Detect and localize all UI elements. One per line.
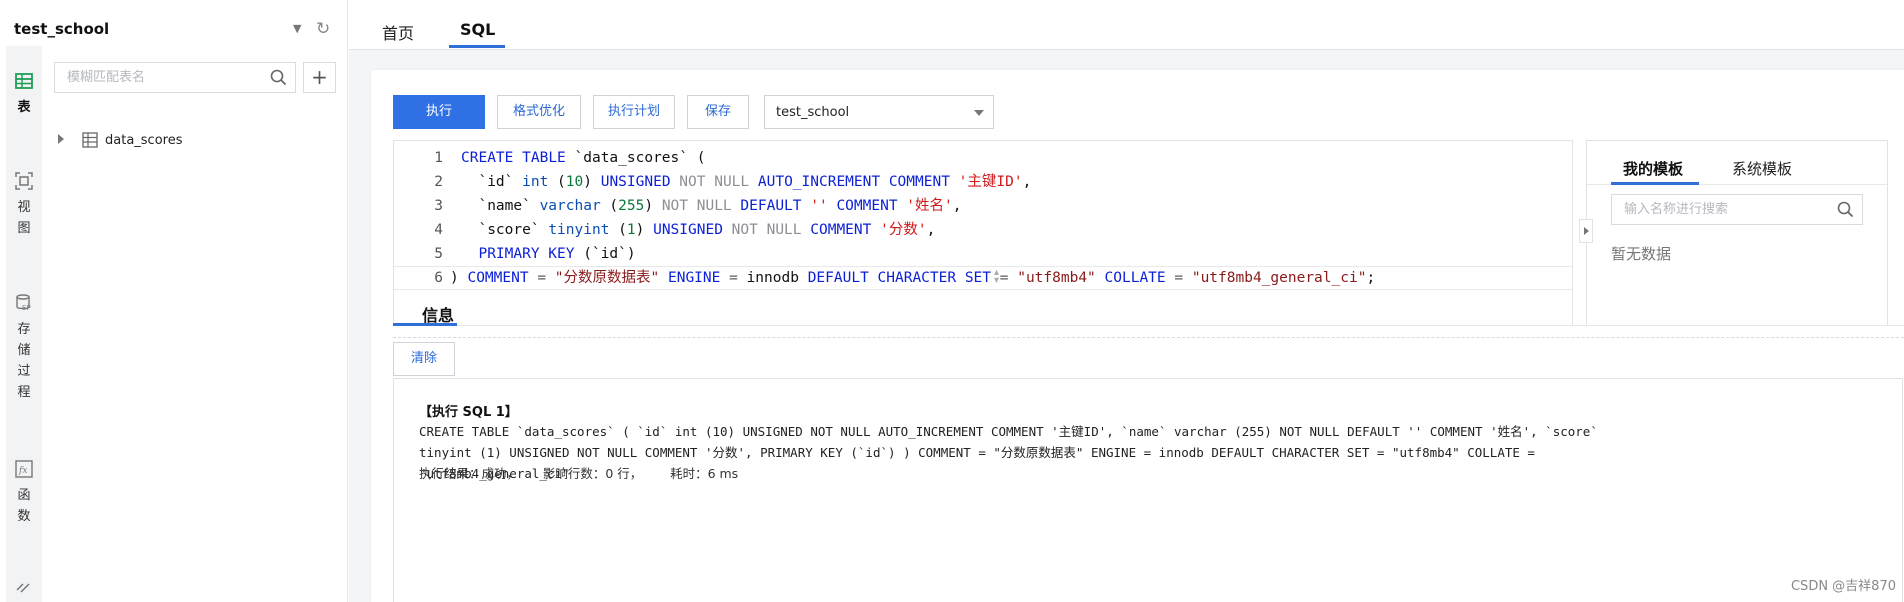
function-icon: fx (15, 460, 33, 478)
line-number: 4 (434, 222, 443, 238)
chevron-down-icon[interactable]: ▼ (293, 22, 301, 35)
svg-text:fx: fx (18, 466, 27, 476)
tab-my-templates[interactable]: 我的模板 (1623, 158, 1683, 179)
nav-item-procedure[interactable]: SP 存储过程 (6, 294, 42, 403)
active-tab-indicator (1611, 182, 1699, 185)
sql-panel: 执行 格式优化 执行计划 保存 test_school 1 CREATE TABL… (371, 70, 1904, 602)
code-text: PRIMARY KEY (`id`) (478, 246, 636, 262)
tree-item-label: data_scores (105, 133, 183, 148)
table-icon (82, 132, 98, 148)
line-number: 6 (434, 270, 443, 286)
stored-procedure-icon: SP (16, 294, 31, 312)
explain-plan-button[interactable]: 执行计划 (593, 95, 675, 129)
app-window: test_school ▼ ↻ 表 视图 SP 存储过程 fx 函数 模糊匹配表… (0, 0, 1904, 602)
collapse-panel-button[interactable] (1579, 219, 1593, 243)
nav-item-view[interactable]: 视图 (6, 172, 42, 239)
code-line: 3 `name` varchar (255) NOT NULL DEFAULT … (394, 194, 1572, 218)
watermark: CSDN @吉祥870 (1790, 579, 1896, 594)
view-icon (15, 172, 33, 190)
save-button[interactable]: 保存 (687, 95, 749, 129)
line-number: 2 (434, 174, 443, 190)
code-line: 1 CREATE TABLE `data_scores` ( (394, 146, 1572, 170)
code-text: ) COMMENT = "分数原数据表" ENGINE = innodb DEF… (450, 270, 1376, 286)
run-button[interactable]: 执行 (393, 95, 485, 129)
chevron-down-icon (974, 110, 984, 116)
template-search-input[interactable] (1612, 195, 1827, 224)
nav-label-table: 表 (17, 100, 31, 115)
templates-panel: 我的模板 系统模板 暂无数据 (1579, 140, 1888, 326)
sql-editor[interactable]: 1 CREATE TABLE `data_scores` ( 2 `id` int… (393, 140, 1573, 326)
code-line: 4 `score` tinyint (1) UNSIGNED NOT NULL … (394, 218, 1572, 242)
code-line-active: 6 ) COMMENT = "分数原数据表" ENGINE = innodb DE… (394, 266, 1572, 290)
code-text: CREATE TABLE `data_scores` ( (461, 150, 706, 166)
tab-home[interactable]: 首页 (382, 20, 414, 44)
search-icon[interactable] (1837, 201, 1854, 218)
expand-caret-icon[interactable] (58, 134, 64, 144)
search-icon[interactable] (270, 69, 287, 86)
nav-label-view: 视图 (17, 200, 31, 236)
tab-divider (393, 325, 1904, 326)
database-header[interactable]: test_school ▼ ↻ (0, 0, 347, 58)
database-name: test_school (14, 20, 110, 38)
tab-sql[interactable]: SQL (460, 20, 495, 39)
table-icon (15, 73, 33, 89)
tab-system-templates[interactable]: 系统模板 (1732, 158, 1792, 179)
database-select-value: test_school (776, 105, 850, 120)
refresh-icon[interactable]: ↻ (316, 19, 330, 39)
table-search-box (54, 62, 296, 93)
code-line: 5 PRIMARY KEY (`id`) (394, 242, 1572, 266)
chevron-right-icon (1584, 227, 1589, 235)
left-panel: test_school ▼ ↻ 表 视图 SP 存储过程 fx 函数 模糊匹配表… (0, 0, 348, 602)
add-table-button[interactable]: + (303, 62, 336, 93)
clear-button[interactable]: 清除 (393, 342, 455, 376)
top-tab-bar: 首页 SQL (349, 0, 1904, 50)
code-line: 2 `id` int (10) UNSIGNED NOT NULL AUTO_I… (394, 170, 1572, 194)
code-text: `score` tinyint (1) UNSIGNED NOT NULL CO… (461, 222, 936, 238)
active-tab-indicator (449, 45, 505, 48)
empty-state-text: 暂无数据 (1611, 245, 1672, 263)
active-tab-indicator (393, 323, 457, 326)
svg-text:SP: SP (22, 304, 31, 312)
nav-item-table[interactable]: 表 (6, 72, 42, 118)
nav-item-more[interactable] (6, 578, 42, 596)
trigger-icon (16, 583, 30, 593)
format-button[interactable]: 格式优化 (497, 95, 581, 129)
main-area: 首页 SQL 执行 格式优化 执行计划 保存 test_school 1 CREA… (349, 0, 1904, 602)
object-type-rail: 表 视图 SP 存储过程 fx 函数 (6, 46, 42, 602)
result-output: 【执行 SQL 1】 CREATE TABLE `data_scores` ( … (393, 378, 1903, 602)
drag-handle-icon[interactable]: ▴ ▾ (994, 268, 999, 286)
line-number: 3 (434, 198, 443, 214)
code-text: `name` varchar (255) NOT NULL DEFAULT ''… (461, 198, 962, 214)
result-status: 执行结果：成功， 影响行数：0 行， 耗时：6 ms (419, 466, 739, 481)
result-title: 【执行 SQL 1】 (419, 405, 518, 420)
template-search-box (1611, 194, 1863, 225)
line-number: 5 (434, 246, 443, 262)
line-number: 1 (434, 150, 443, 166)
nav-label-procedure: 存储过程 (17, 322, 31, 400)
database-select[interactable]: test_school (764, 95, 994, 129)
code-text: `id` int (10) UNSIGNED NOT NULL AUTO_INC… (461, 174, 1032, 190)
nav-label-function: 函数 (17, 488, 31, 524)
nav-item-function[interactable]: fx 函数 (6, 460, 42, 527)
table-search-input[interactable] (55, 63, 265, 92)
resize-splitter[interactable] (393, 337, 1904, 338)
